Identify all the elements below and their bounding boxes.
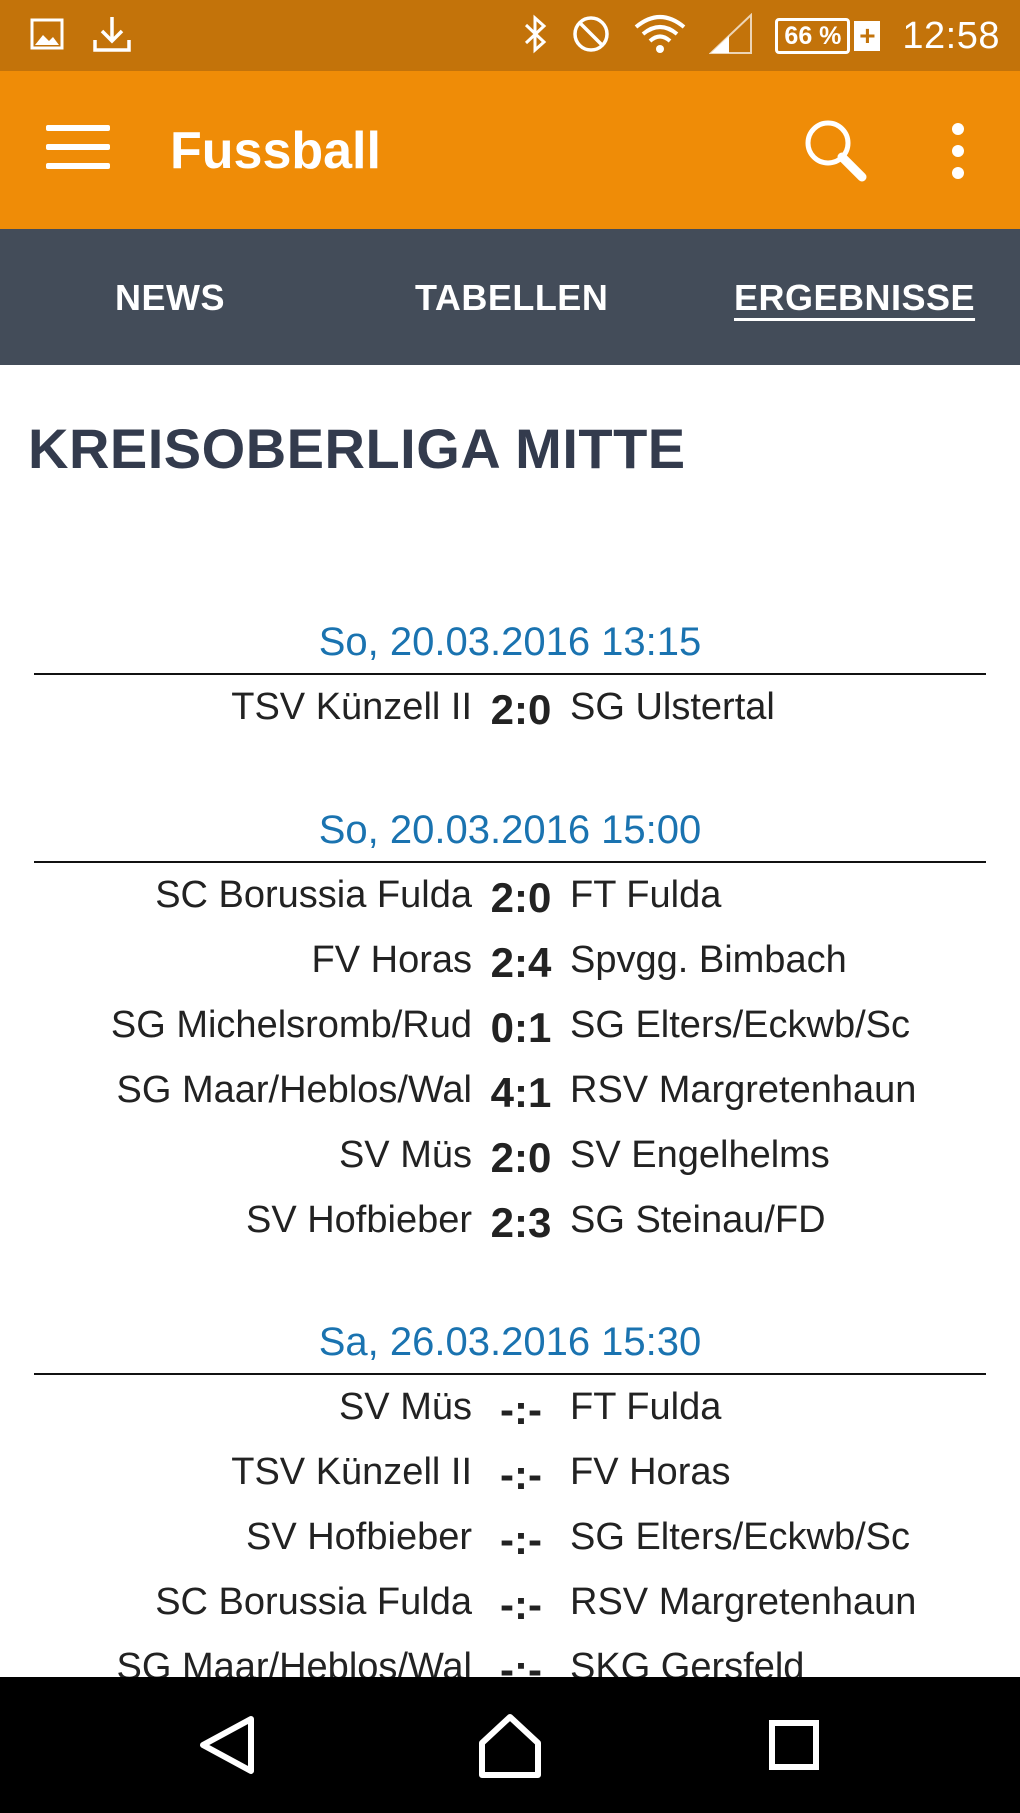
match-score: -:-: [500, 1386, 542, 1433]
away-team: RSV Margretenhaun: [570, 1581, 917, 1623]
home-team: SG Michelsromb/Rud: [110, 1004, 472, 1046]
home-team: SC Borussia Fulda: [155, 1581, 472, 1623]
away-team: FT Fulda: [570, 1386, 722, 1428]
divider: [34, 861, 986, 863]
back-icon[interactable]: [185, 1703, 269, 1787]
away-team: SV Engelhelms: [570, 1134, 830, 1176]
match-row[interactable]: TSV Künzell II 2:0 SG Ulstertal: [0, 686, 1020, 746]
match-row[interactable]: SV Hofbieber 2:3 SG Steinau/FD: [0, 1199, 1020, 1259]
match-score: -:-: [500, 1516, 542, 1563]
away-team: FT Fulda: [570, 874, 722, 916]
app-bar: Fussball: [0, 71, 1020, 229]
match-date-header: So, 20.03.2016 13:15: [318, 620, 702, 664]
bluetooth-icon: [523, 14, 549, 59]
clock: 12:58: [902, 14, 1000, 57]
recents-icon[interactable]: [752, 1703, 836, 1787]
match-row[interactable]: SC Borussia Fulda -:- RSV Margretenhaun: [0, 1581, 1020, 1641]
match-row[interactable]: SC Borussia Fulda 2:0 FT Fulda: [0, 874, 1020, 934]
divider: [34, 1373, 986, 1375]
home-team: SG Maar/Heblos/Wal: [116, 1069, 472, 1111]
battery-icon: 66 % +: [775, 18, 881, 54]
tab-news[interactable]: NEWS: [115, 277, 225, 319]
away-team: Spvgg. Bimbach: [570, 939, 847, 981]
away-team: FV Horas: [570, 1451, 731, 1493]
away-team: SG Steinau/FD: [570, 1199, 826, 1241]
image-icon: [30, 17, 64, 56]
match-score: 2:0: [490, 874, 552, 921]
home-team: FV Horas: [311, 939, 472, 981]
home-team: SV Müs: [338, 1386, 472, 1428]
match-score: 2:0: [490, 1134, 552, 1181]
match-row[interactable]: SG Michelsromb/Rud 0:1 SG Elters/Eckwb/S…: [0, 1004, 1020, 1064]
match-date-header: So, 20.03.2016 15:00: [318, 808, 702, 852]
match-date-header: Sa, 26.03.2016 15:30: [318, 1320, 702, 1364]
match-row[interactable]: SV Hofbieber -:- SG Elters/Eckwb/Sc: [0, 1516, 1020, 1576]
battery-charging: +: [854, 21, 881, 51]
menu-icon[interactable]: [40, 119, 112, 175]
wifi-icon: [633, 13, 687, 60]
download-icon: [92, 14, 132, 59]
match-score: 4:1: [490, 1069, 552, 1116]
app-title: Fussball: [170, 122, 381, 180]
home-team: SV Müs: [338, 1134, 472, 1176]
home-team: TSV Künzell II: [231, 1451, 472, 1493]
status-bar: 66 % + 12:58: [0, 0, 1020, 71]
tab-bar: NEWS TABELLEN ERGEBNISSE: [0, 229, 1020, 365]
match-score: 0:1: [490, 1004, 552, 1051]
tab-tabellen[interactable]: TABELLEN: [415, 277, 608, 319]
match-row[interactable]: FV Horas 2:4 Spvgg. Bimbach: [0, 939, 1020, 999]
away-team: SG Elters/Eckwb/Sc: [570, 1516, 910, 1558]
search-icon[interactable]: [800, 115, 872, 187]
signal-icon: [708, 12, 753, 60]
more-vert-icon[interactable]: [935, 121, 980, 181]
match-score: -:-: [500, 1451, 542, 1498]
league-title: KREISOBERLIGA MITTE: [28, 417, 686, 480]
home-team: SV Hofbieber: [245, 1199, 472, 1241]
match-score: -:-: [500, 1581, 542, 1628]
tab-ergebnisse[interactable]: ERGEBNISSE: [734, 277, 975, 319]
away-team: SG Elters/Eckwb/Sc: [570, 1004, 910, 1046]
do-not-disturb-icon: [571, 14, 611, 59]
match-score: 2:0: [490, 686, 552, 733]
match-row[interactable]: SV Müs 2:0 SV Engelhelms: [0, 1134, 1020, 1194]
match-row[interactable]: TSV Künzell II -:- FV Horas: [0, 1451, 1020, 1511]
match-score: 2:3: [490, 1199, 552, 1246]
home-team: TSV Künzell II: [231, 686, 472, 728]
home-icon[interactable]: [468, 1703, 552, 1787]
away-team: SG Ulstertal: [570, 686, 775, 728]
divider: [34, 673, 986, 675]
navigation-bar: [0, 1677, 1020, 1813]
match-row[interactable]: SV Müs -:- FT Fulda: [0, 1386, 1020, 1446]
match-row[interactable]: SG Maar/Heblos/Wal 4:1 RSV Margretenhaun: [0, 1069, 1020, 1129]
match-score: 2:4: [490, 939, 552, 986]
home-team: SV Hofbieber: [245, 1516, 472, 1558]
home-team: SC Borussia Fulda: [155, 874, 472, 916]
away-team: RSV Margretenhaun: [570, 1069, 917, 1111]
battery-level: 66 %: [775, 18, 851, 54]
